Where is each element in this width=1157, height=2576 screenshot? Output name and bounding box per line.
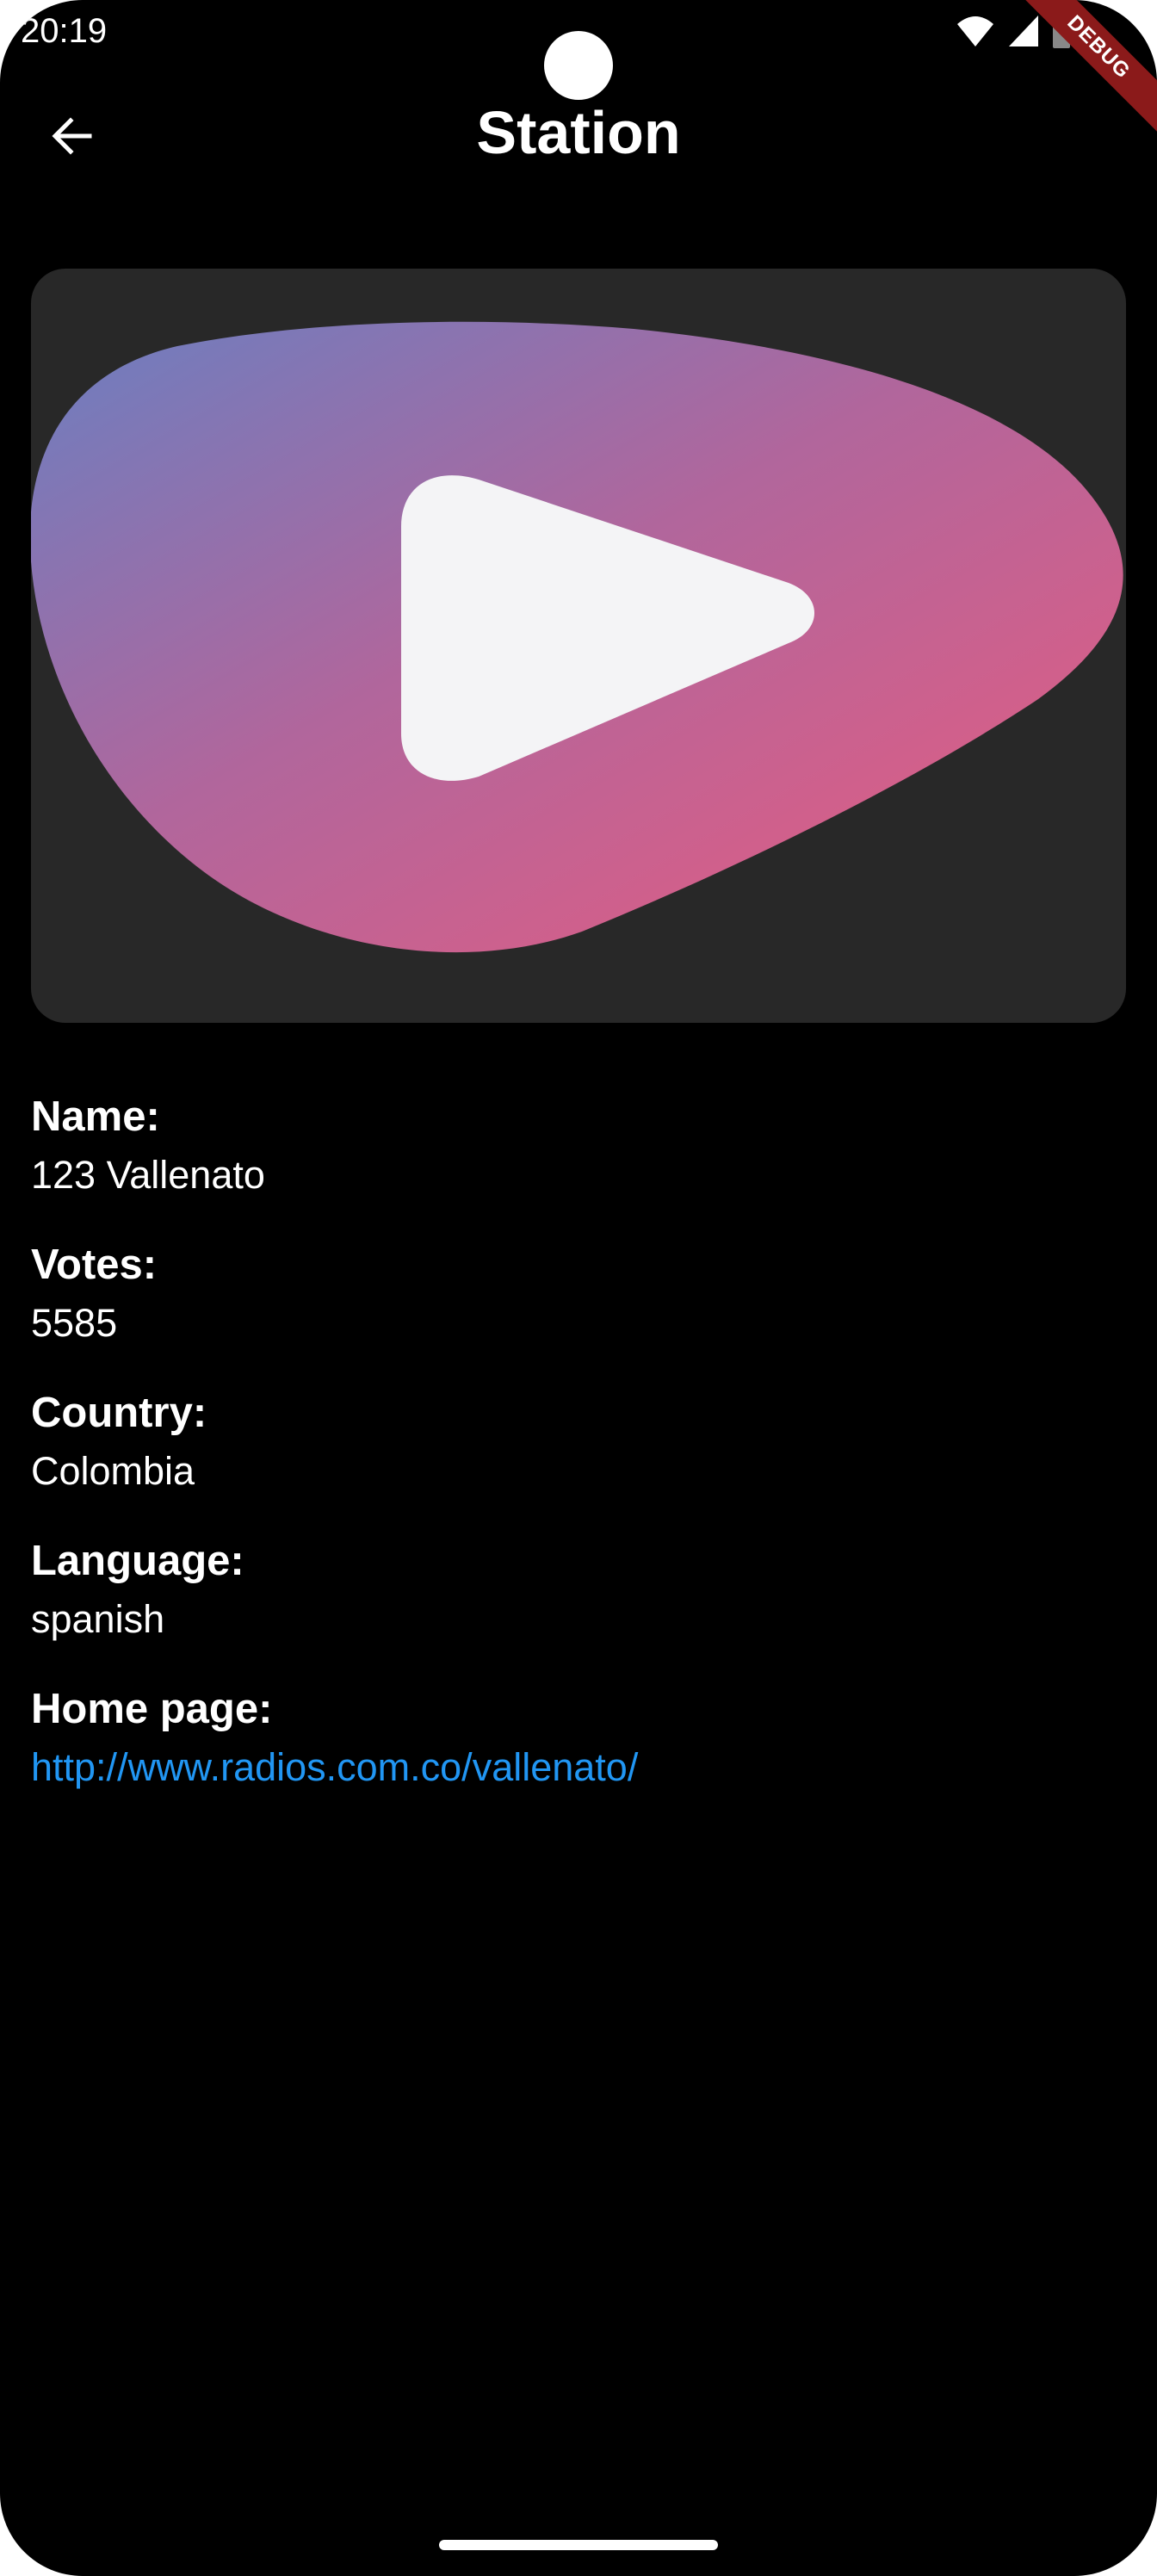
- homepage-label: Home page:: [31, 1686, 273, 1732]
- detail-language: Language: spanish: [31, 1531, 1126, 1648]
- name-value: 123 Vallenato: [31, 1153, 265, 1197]
- country-value: Colombia: [31, 1449, 195, 1493]
- app-screen: 20:19 DEBUG Station Name: 123 Vallenato …: [0, 0, 1157, 2576]
- home-indicator[interactable]: [439, 2540, 718, 2550]
- detail-name: Name: 123 Vallenato: [31, 1087, 1126, 1204]
- country-label: Country:: [31, 1390, 207, 1436]
- app-bar: Station: [0, 83, 1157, 186]
- station-details: Name: 123 Vallenato Votes: 5585 Country:…: [31, 1087, 1126, 1827]
- name-label: Name:: [31, 1093, 160, 1140]
- votes-label: Votes:: [31, 1242, 158, 1288]
- station-image: [31, 269, 1126, 1023]
- wifi-icon: [956, 14, 995, 48]
- homepage-link[interactable]: http://www.radios.com.co/vallenato/: [31, 1745, 638, 1789]
- language-label: Language:: [31, 1538, 244, 1584]
- votes-value: 5585: [31, 1301, 118, 1345]
- detail-votes: Votes: 5585: [31, 1235, 1126, 1352]
- language-value: spanish: [31, 1597, 165, 1641]
- status-time: 20:19: [21, 12, 108, 50]
- detail-country: Country: Colombia: [31, 1383, 1126, 1500]
- page-title: Station: [476, 99, 681, 166]
- signal-icon: [1007, 14, 1040, 48]
- detail-homepage: Home page: http://www.radios.com.co/vall…: [31, 1679, 1126, 1796]
